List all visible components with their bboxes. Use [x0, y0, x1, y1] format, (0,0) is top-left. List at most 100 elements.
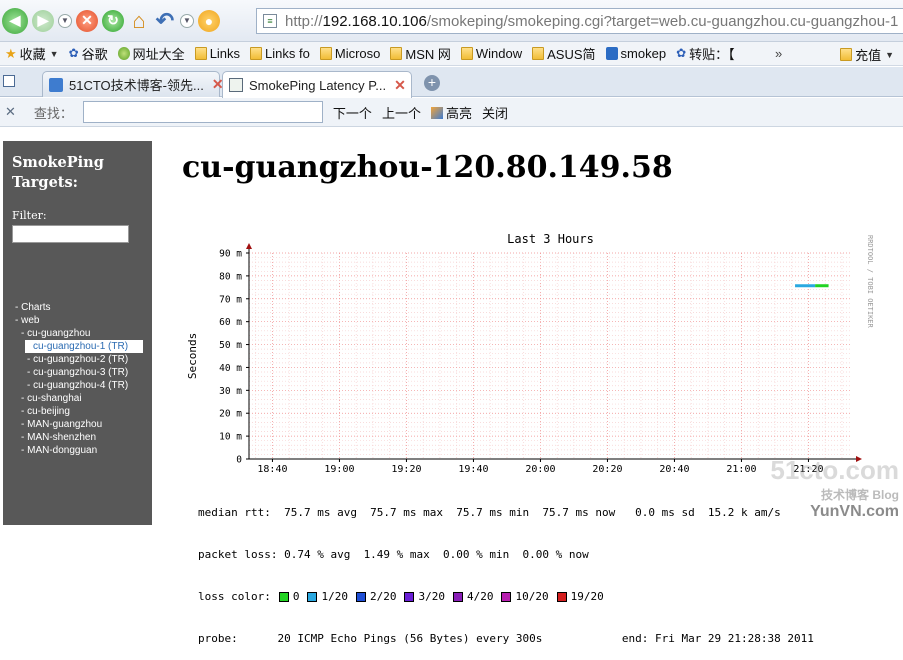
bookmark-label: MSN 网	[405, 47, 451, 62]
bookmark-item[interactable]: Window	[456, 46, 527, 61]
find-input[interactable]	[82, 101, 323, 123]
history-dropdown-icon[interactable]: ▼	[58, 13, 72, 28]
paw-icon: ✿	[68, 46, 79, 60]
bookmark-label: 网址大全	[132, 47, 185, 62]
folder-icon	[460, 47, 473, 60]
close-icon[interactable]: ✕	[394, 77, 406, 94]
bookmark-item[interactable]: ✿ 谷歌	[64, 44, 113, 63]
tree-item[interactable]: - cu-beijing	[3, 405, 152, 418]
x-tick-label: 20:20	[592, 464, 622, 475]
loss-color-value: 0	[292, 590, 300, 603]
refresh-icon[interactable]: ↻	[102, 9, 124, 32]
find-next-button[interactable]: 下一个	[333, 103, 372, 122]
home-icon[interactable]: ⌂	[128, 8, 150, 33]
tree-item[interactable]: - MAN-shenzhen	[3, 431, 152, 444]
x-tick-label: 21:00	[726, 464, 756, 475]
chevron-down-icon: ▼	[885, 49, 894, 60]
tree-item[interactable]: - Charts	[3, 301, 152, 314]
highlight-icon	[430, 106, 443, 119]
highlight-label: 高亮	[445, 105, 472, 121]
loss-color-swatch	[452, 592, 463, 602]
folder-icon	[319, 47, 332, 60]
bookmark-item[interactable]: ★ 收藏 ▼	[0, 44, 64, 63]
x-tick-label: 20:40	[659, 464, 689, 475]
y-tick-label: 50 m	[219, 340, 242, 351]
x-tick-label: 19:20	[391, 464, 421, 475]
tab-bar: 51CTO技术博客-领先... ✕ SmokePing Latency P...…	[0, 67, 903, 98]
tree-item[interactable]: - cu-guangzhou-2 (TR)	[3, 353, 152, 366]
watermark-line-1: 51cto.com	[770, 455, 899, 485]
undo-dropdown-icon[interactable]: ▼	[180, 13, 194, 28]
tree-item[interactable]: - cu-guangzhou	[3, 327, 152, 340]
tab-label: SmokePing Latency P...	[249, 77, 387, 93]
loss-color-value: 2/20	[369, 590, 397, 603]
x-tick-label: 19:00	[324, 464, 354, 475]
tree-item-selected[interactable]: cu-guangzhou-1 (TR)	[25, 340, 143, 353]
y-axis-label: Seconds	[186, 333, 199, 379]
find-close-button[interactable]: 关闭	[482, 103, 508, 122]
recharge-label: 充值	[855, 48, 882, 63]
bookmark-item[interactable]: Links	[190, 46, 245, 61]
loss-color-value: 19/20	[570, 590, 604, 603]
stats-block: median rtt: 75.7 ms avg 75.7 ms max 75.7…	[198, 478, 814, 660]
find-prev-button[interactable]: 上一个	[382, 103, 421, 122]
navigation-toolbar: ◀ ▶ ▼ ✕ ↻ ⌂ ↶ ▼ ● ≡ http://192.168.10.10…	[0, 0, 903, 42]
tree-item[interactable]: - cu-guangzhou-3 (TR)	[3, 366, 152, 379]
tree-item[interactable]: - web	[3, 314, 152, 327]
bookmark-item[interactable]: ✿ 转贴：【	[671, 44, 740, 63]
x-tick-label: 20:00	[525, 464, 555, 475]
url-path: /smokeping/smokeping.cgi?target=web.cu-g…	[426, 12, 899, 30]
loss-color-value: 10/20	[515, 590, 549, 603]
bookmark-label: Microso	[334, 46, 381, 61]
chevron-down-icon: ▼	[49, 48, 59, 59]
filter-input[interactable]	[12, 225, 129, 243]
tree-item[interactable]: - MAN-dongguan	[3, 444, 152, 457]
find-label: 查找：	[33, 105, 73, 121]
bookmarks-more-button[interactable]: »	[770, 46, 787, 61]
bookmark-item[interactable]: ASUS简	[527, 44, 600, 63]
close-icon[interactable]: ✕	[5, 104, 16, 120]
new-tab-icon[interactable]: +	[424, 75, 440, 91]
tab-51cto[interactable]: 51CTO技术博客-领先... ✕	[42, 71, 224, 97]
chart-title: Last 3 Hours	[507, 232, 594, 246]
probe-line: probe: 20 ICMP Echo Pings (56 Bytes) eve…	[198, 632, 814, 645]
loss-color-swatch	[355, 592, 366, 602]
targets-sidebar: SmokePing Targets: Filter: - Charts - web…	[3, 141, 152, 525]
filter-label: Filter:	[12, 209, 47, 222]
address-bar[interactable]: ≡ http://192.168.10.106/smokeping/smokep…	[256, 8, 903, 34]
forward-icon[interactable]: ▶	[32, 9, 54, 32]
tree-item[interactable]: - MAN-guangzhou	[3, 418, 152, 431]
y-tick-label: 70 m	[219, 294, 242, 305]
tab-smokeping[interactable]: SmokePing Latency P... ✕	[222, 71, 412, 98]
recharge-button[interactable]: 充值 ▼	[835, 45, 899, 64]
watermark-line-2: 技术博客 Blog	[821, 488, 899, 502]
back-icon[interactable]: ◀	[2, 7, 28, 34]
loss-color-swatch	[307, 592, 318, 602]
sidebar-title: SmokePing Targets:	[12, 154, 104, 191]
bookmark-item[interactable]: 网址大全	[113, 44, 190, 63]
star-icon: ★	[5, 46, 17, 61]
rrdtool-credit: RRDTOOL / TOBI OETIKER	[866, 235, 874, 329]
sidebar-toggle-icon[interactable]	[3, 75, 15, 87]
bookmark-item[interactable]: Microso	[315, 46, 386, 61]
bookmark-label: Links	[209, 46, 241, 61]
loss-color-swatch	[501, 592, 512, 602]
loss-color-value: 3/20	[418, 590, 445, 603]
bookmark-item[interactable]: Links fo	[245, 46, 315, 61]
y-tick-label: 0	[236, 455, 242, 466]
undo-icon[interactable]: ↶	[154, 8, 176, 33]
tree-item[interactable]: - cu-guangzhou-4 (TR)	[3, 379, 152, 392]
bookmark-item[interactable]: smokep	[601, 46, 672, 61]
tree-item[interactable]: - cu-shanghai	[3, 392, 152, 405]
bookmark-item[interactable]: MSN 网	[385, 44, 456, 63]
bookmark-label: 谷歌	[81, 47, 108, 62]
url-scheme: http://	[285, 12, 323, 30]
loss-color-value: 4/20	[466, 590, 494, 603]
watermark: 51cto.com 技术博客 Blog YunVN.com	[770, 455, 899, 521]
highlight-button[interactable]: 高亮	[430, 103, 472, 122]
paw-icon[interactable]: ●	[198, 9, 220, 32]
loss-color-swatch	[278, 592, 289, 602]
bookmark-label: ASUS简	[547, 47, 596, 62]
stop-icon[interactable]: ✕	[76, 9, 98, 32]
loss-color-swatch	[404, 592, 415, 602]
